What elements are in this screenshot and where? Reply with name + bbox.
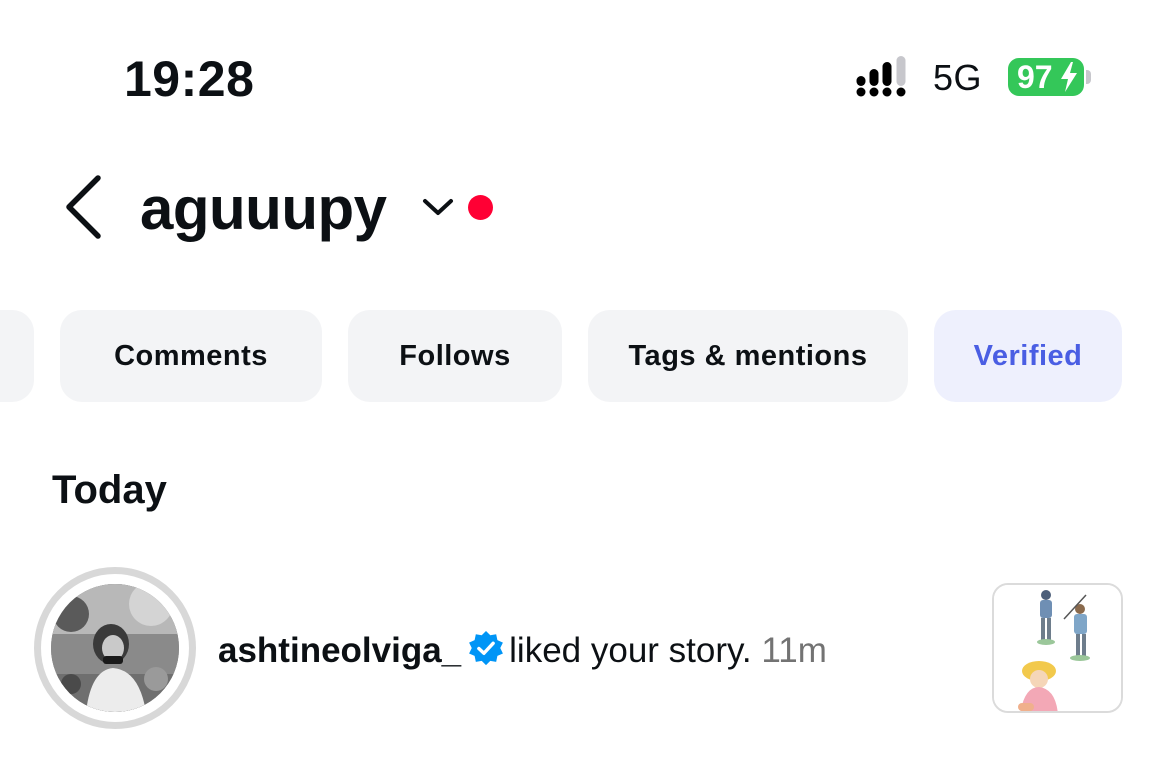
back-arrow-icon[interactable] [60, 174, 110, 240]
battery-cap [1086, 70, 1091, 84]
filter-chip-comments[interactable]: Comments [60, 310, 322, 402]
filter-chip-verified[interactable]: Verified [934, 310, 1122, 402]
account-name[interactable]: aguuupy [140, 174, 387, 244]
battery-level: 97 [1017, 59, 1053, 95]
verified-badge-icon [469, 630, 504, 666]
story-thumbnail[interactable] [992, 583, 1123, 713]
battery-indicator: 97 [1008, 58, 1084, 96]
signal-icon [856, 56, 906, 97]
filter-chip-follows[interactable]: Follows [348, 310, 562, 402]
notifications-screen: 19:28 5G 97 aguuupy Comments Follows Tag… [0, 0, 1170, 766]
username[interactable]: ashtineolviga_ [218, 631, 461, 670]
notification-dot [468, 195, 493, 220]
notification-text: ashtineolviga_ liked your story. 11m [218, 628, 827, 674]
filter-chip-all[interactable] [0, 310, 34, 402]
chevron-down-icon[interactable] [420, 194, 456, 220]
notification-time: 11m [761, 631, 827, 670]
section-title-today: Today [52, 468, 167, 512]
avatar[interactable] [34, 567, 196, 729]
filter-chip-tags-mentions[interactable]: Tags & mentions [588, 310, 908, 402]
story-thumbnail-illustration [994, 585, 1121, 711]
notification-action: liked your story. [509, 631, 752, 670]
avatar-image [51, 584, 179, 712]
avatar-photo [51, 584, 179, 712]
status-time: 19:28 [124, 51, 255, 107]
network-type: 5G [933, 57, 983, 98]
charging-bolt-icon [1061, 62, 1077, 92]
